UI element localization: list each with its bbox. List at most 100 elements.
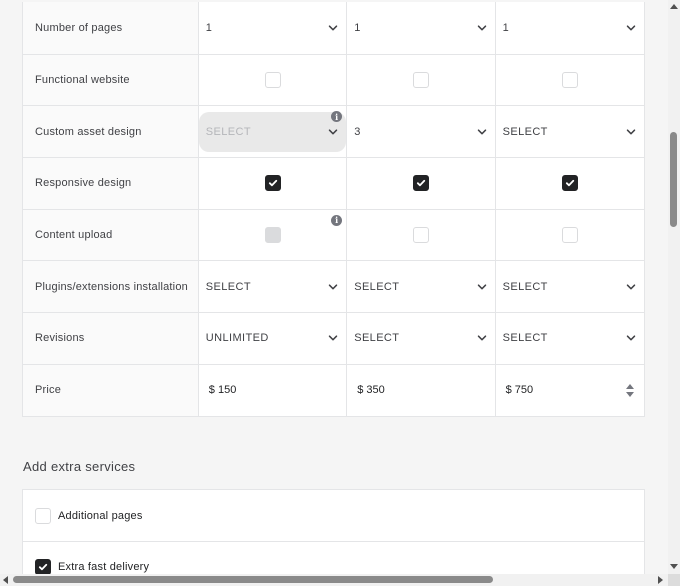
package-cell: $ 750: [496, 365, 644, 416]
chevron-down-icon: [328, 282, 338, 292]
select-value: SELECT: [502, 332, 548, 345]
package-cell: UNLIMITED: [199, 313, 348, 364]
checkbox[interactable]: [561, 175, 578, 192]
vertical-scrollbar[interactable]: [668, 0, 680, 574]
row-label: Plugins/extensions installation: [23, 261, 199, 313]
horizontal-scroll-thumb[interactable]: [13, 576, 493, 583]
package-cell: [347, 54, 496, 106]
select-value: 1: [354, 21, 361, 34]
package-select[interactable]: UNLIMITED: [199, 313, 346, 364]
package-cell: [199, 158, 348, 209]
info-icon[interactable]: i: [331, 214, 343, 226]
checkbox[interactable]: [561, 227, 578, 244]
scroll-down-arrow-icon[interactable]: [670, 564, 678, 569]
package-cell: 1: [199, 2, 348, 54]
package-select[interactable]: SELECT: [496, 313, 644, 364]
select-value: 3: [354, 125, 361, 138]
checkbox[interactable]: [264, 72, 281, 89]
package-select[interactable]: SELECT: [496, 106, 644, 157]
select-value: SELECT: [205, 280, 251, 293]
chevron-down-icon: [626, 23, 636, 33]
chevron-down-icon: [328, 333, 338, 343]
package-cell: SELECT: [496, 261, 644, 312]
package-cell: [347, 158, 496, 209]
row-label: Number of pages: [23, 2, 199, 54]
horizontal-scrollbar[interactable]: [0, 574, 668, 586]
package-cell: $ 150: [199, 364, 348, 416]
price-input[interactable]: $ 350: [347, 365, 494, 416]
table-row: Revisions UNLIMITED SELECT SELECT: [23, 312, 644, 364]
increment-arrow-icon[interactable]: [626, 383, 635, 389]
table-row: Content upload i: [23, 208, 644, 261]
package-select[interactable]: SELECT: [496, 261, 644, 312]
scroll-up-arrow-icon[interactable]: [670, 4, 678, 9]
table-row: Responsive design: [23, 157, 644, 209]
package-select[interactable]: 1: [199, 2, 346, 54]
chevron-down-icon: [626, 127, 636, 137]
price-value: $ 350: [357, 384, 385, 397]
package-select[interactable]: SELECT: [199, 261, 346, 312]
check-icon: [38, 562, 48, 572]
row-label: Custom asset design: [23, 106, 199, 158]
package-select[interactable]: SELECT: [347, 261, 494, 312]
number-spinner[interactable]: [626, 383, 635, 397]
checkbox[interactable]: [561, 72, 578, 89]
select-value: 1: [205, 21, 213, 34]
check-icon: [268, 178, 278, 188]
scrollbar-corner: [668, 574, 680, 586]
chevron-down-icon: [477, 127, 487, 137]
package-cell: i: [199, 209, 348, 261]
checkbox[interactable]: [412, 175, 429, 192]
package-select[interactable]: SELECT: [347, 313, 494, 364]
price-input[interactable]: $ 750: [496, 365, 644, 416]
chevron-down-icon: [626, 333, 636, 343]
checkbox[interactable]: [35, 559, 51, 574]
package-cell: SELECT: [347, 261, 496, 313]
extras-list: Additional pages Extra fast delivery: [22, 489, 645, 574]
decrement-arrow-icon[interactable]: [626, 391, 635, 397]
package-cell: SELECT: [347, 313, 496, 364]
package-pricing-table: Number of pages 1 1 1 Functional website Cust…: [22, 2, 645, 417]
package-cell: 1: [496, 2, 644, 54]
extra-service-item[interactable]: Extra fast delivery: [23, 541, 644, 574]
vertical-scroll-thumb[interactable]: [670, 132, 677, 227]
extra-service-label: Additional pages: [58, 509, 143, 522]
extra-service-item[interactable]: Additional pages: [23, 490, 644, 541]
package-select: SELECT: [198, 111, 347, 152]
chevron-down-icon: [477, 23, 487, 33]
price-value: $ 750: [505, 384, 534, 397]
package-select[interactable]: 1: [496, 2, 644, 54]
select-value: SELECT: [502, 125, 548, 138]
table-row: Plugins/extensions installation SELECT SEL…: [23, 260, 644, 313]
row-label: Responsive design: [23, 158, 199, 209]
chevron-down-icon: [626, 282, 636, 292]
select-value: SELECT: [354, 332, 400, 345]
checkbox[interactable]: [264, 175, 281, 192]
extra-service-label: Extra fast delivery: [58, 561, 150, 573]
checkbox[interactable]: [35, 507, 51, 524]
select-value: SELECT: [205, 125, 251, 138]
package-cell: [496, 210, 644, 261]
chevron-down-icon: [477, 282, 487, 292]
price-value: $ 150: [208, 384, 237, 397]
package-select[interactable]: 3: [347, 106, 494, 157]
package-cell: SELECT: [199, 261, 348, 313]
row-label: Functional website: [23, 54, 199, 106]
package-cell: $ 350: [347, 364, 496, 416]
check-icon: [565, 178, 575, 188]
checkbox[interactable]: [412, 72, 429, 89]
select-value: 1: [502, 21, 510, 34]
row-label: Revisions: [23, 313, 199, 364]
price-input[interactable]: $ 150: [199, 365, 346, 416]
check-icon: [416, 178, 426, 188]
package-cell: SELECT: [496, 313, 644, 364]
chevron-down-icon: [477, 333, 487, 343]
package-select[interactable]: 1: [347, 2, 494, 54]
scroll-right-arrow-icon[interactable]: [658, 576, 663, 584]
extras-section-title: Add extra services: [23, 459, 136, 474]
scroll-left-arrow-icon[interactable]: [3, 576, 8, 584]
checkbox[interactable]: [412, 227, 429, 244]
table-row: Price $ 150 $ 350 $ 750: [23, 363, 644, 416]
chevron-down-icon: [328, 23, 338, 33]
package-cell: [199, 54, 348, 106]
